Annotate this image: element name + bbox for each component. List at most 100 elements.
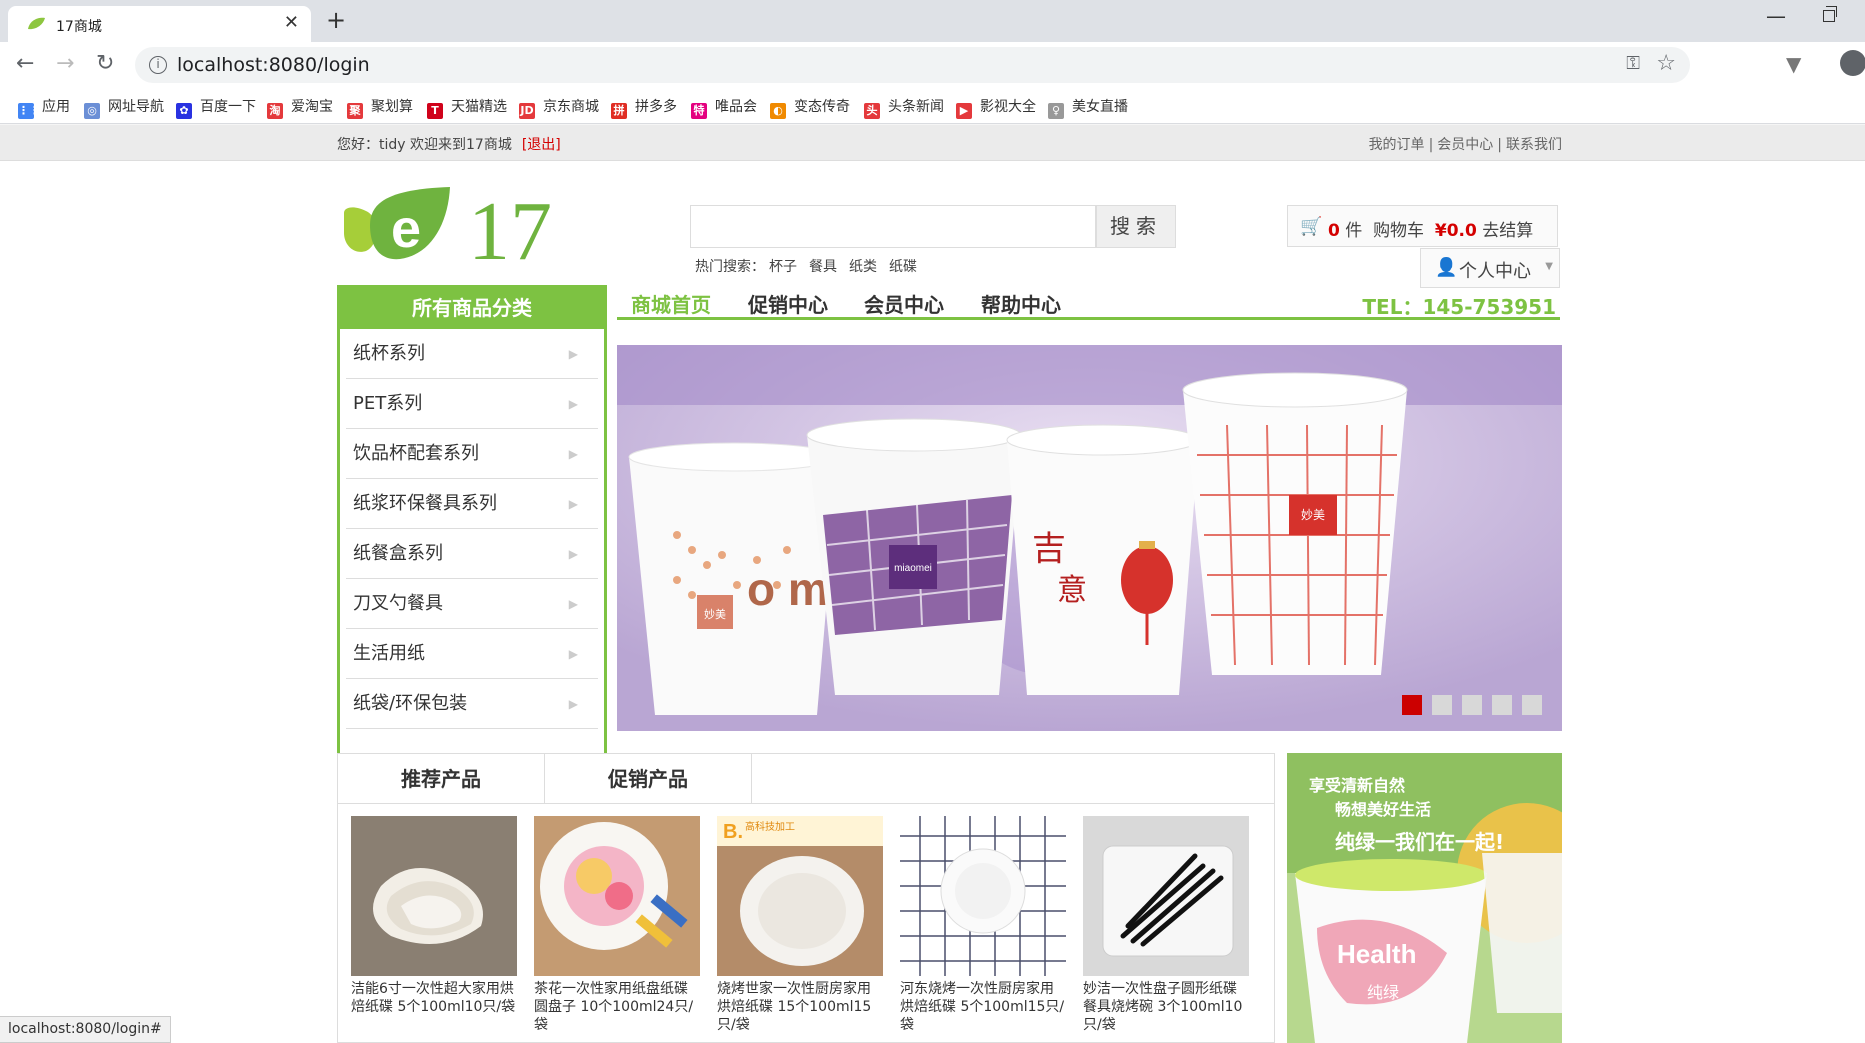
- carousel-dot[interactable]: [1402, 695, 1422, 715]
- nav-promotions[interactable]: 促销中心: [748, 289, 828, 318]
- member-center-link[interactable]: 会员中心: [1437, 137, 1493, 153]
- bookmark-jd[interactable]: JD 京东商城: [519, 96, 599, 119]
- welcome-text: 您好：tidy 欢迎来到17商城: [337, 137, 512, 153]
- bookmark-video[interactable]: ▶ 影视大全: [956, 96, 1036, 119]
- browser-tab[interactable]: 17商城 ✕: [8, 6, 311, 42]
- category-item[interactable]: 纸浆环保餐具系列 ▶: [346, 479, 598, 529]
- product-image[interactable]: [351, 816, 517, 976]
- category-item[interactable]: 刀叉勺餐具 ▶: [346, 579, 598, 629]
- carousel-dot[interactable]: [1522, 695, 1542, 715]
- svg-text:o m: o m: [747, 563, 829, 615]
- banner-brand-cn-2: 妙美: [1301, 508, 1325, 522]
- hot-term-link[interactable]: 杯子: [769, 259, 797, 275]
- hot-search: 热门搜索： 杯子 餐具 纸类 纸碟: [695, 256, 929, 276]
- side-banner[interactable]: 享受清新自然 畅想美好生活 纯绿一我们在一起! Health 纯绿: [1287, 753, 1562, 1043]
- product-image[interactable]: B. 高科技加工: [717, 816, 883, 976]
- bookmark-label: 变态传奇: [794, 99, 850, 115]
- category-item[interactable]: 饮品杯配套系列 ▶: [346, 429, 598, 479]
- restore-window-icon[interactable]: [1823, 6, 1837, 22]
- hot-term-link[interactable]: 纸类: [849, 259, 877, 275]
- bookmark-label: 拼多多: [635, 99, 677, 115]
- toutiao-icon: 头: [864, 103, 880, 119]
- bookmark-toutiao[interactable]: 头头条新闻: [864, 96, 944, 119]
- nav-home[interactable]: 商城首页: [631, 289, 711, 318]
- category-item[interactable]: 生活用纸 ▶: [346, 629, 598, 679]
- site-top-bar: 您好：tidy 欢迎来到17商城 [退出] 我的订单 | 会员中心 | 联系我们: [0, 125, 1865, 161]
- product-image[interactable]: [900, 816, 1066, 976]
- bookmark-pinduoduo[interactable]: 拼拼多多: [611, 96, 677, 119]
- carousel-dot[interactable]: [1492, 695, 1512, 715]
- site-logo[interactable]: e 17: [340, 185, 580, 265]
- chevron-right-icon: ▶: [568, 347, 578, 361]
- hero-banner[interactable]: o m 妙美 miaomei 吉 意 妙美: [617, 345, 1562, 731]
- leaf-favicon-icon: [28, 17, 45, 30]
- profile-avatar-icon[interactable]: [1840, 50, 1865, 76]
- banner-cups-image: o m 妙美 miaomei 吉 意 妙美: [617, 345, 1562, 731]
- logout-link[interactable]: [退出]: [522, 137, 561, 153]
- search-button[interactable]: 搜索: [1096, 205, 1176, 248]
- bookmark-tmall[interactable]: T 天猫精选: [427, 96, 507, 119]
- hot-term-link[interactable]: 餐具: [809, 259, 837, 275]
- category-label: 纸袋/环保包装: [353, 693, 468, 714]
- contact-us-link[interactable]: 联系我们: [1506, 137, 1562, 153]
- hot-search-label: 热门搜索：: [695, 259, 765, 275]
- bookmark-globe[interactable]: ◎ 网址导航: [84, 96, 164, 119]
- cart-count: 0: [1328, 221, 1340, 241]
- bookmark-live[interactable]: ♀ 美女直播: [1048, 96, 1128, 119]
- bookmark-star-icon[interactable]: ☆: [1656, 51, 1676, 76]
- carousel-dot[interactable]: [1462, 695, 1482, 715]
- nav-help-center[interactable]: 帮助中心: [981, 289, 1061, 318]
- bookmark-game[interactable]: ◐ 变态传奇: [770, 96, 850, 119]
- search-input[interactable]: [690, 205, 1096, 248]
- category-item[interactable]: 纸餐盒系列 ▶: [346, 529, 598, 579]
- product-card[interactable]: 茶花一次性家用纸盘纸碟圆盘子 10个100ml24只/袋: [534, 816, 700, 1034]
- pinduoduo-icon: 拼: [611, 103, 627, 119]
- product-name[interactable]: 茶花一次性家用纸盘纸碟圆盘子 10个100ml24只/袋: [534, 980, 700, 1034]
- svg-text:B.: B.: [723, 821, 743, 843]
- product-image[interactable]: [1083, 816, 1249, 976]
- category-label: 刀叉勺餐具: [353, 593, 443, 614]
- tab-recommended[interactable]: 推荐产品: [338, 754, 545, 804]
- product-name[interactable]: 洁能6寸一次性超大家用烘焙纸碟 5个100ml10只/袋: [351, 980, 517, 1016]
- cart-summary[interactable]: 🛒 0 件 购物车 ¥0.0 去结算: [1287, 205, 1558, 247]
- address-bar[interactable]: i localhost:8080/login ⚿ ☆: [135, 47, 1690, 83]
- video-icon: ▶: [956, 103, 972, 119]
- category-item[interactable]: 纸杯系列 ▶: [346, 329, 598, 379]
- bookmark-label: 爱淘宝: [291, 99, 333, 115]
- bookmark-apps[interactable]: ⋮⋮ 应用: [18, 96, 70, 119]
- chevron-right-icon: ▶: [568, 697, 578, 711]
- password-key-icon[interactable]: ⚿: [1626, 53, 1640, 74]
- category-item[interactable]: 纸袋/环保包装 ▶: [346, 679, 598, 729]
- new-tab-icon[interactable]: +: [326, 6, 346, 34]
- bookmark-aitaobao[interactable]: 淘爱淘宝: [267, 96, 333, 119]
- site-info-icon[interactable]: i: [149, 56, 167, 74]
- product-card[interactable]: 河东烧烤一次性厨房家用烘焙纸碟 5个100ml15只/袋: [900, 816, 1066, 1034]
- minimize-icon[interactable]: —: [1766, 4, 1786, 28]
- product-card[interactable]: 洁能6寸一次性超大家用烘焙纸碟 5个100ml10只/袋: [351, 816, 517, 1016]
- product-card[interactable]: 妙洁一次性盘子圆形纸碟餐具烧烤碗 3个100ml10只/袋: [1083, 816, 1249, 1034]
- bookmark-juhuasuan[interactable]: 聚聚划算: [347, 96, 413, 119]
- carousel-dot[interactable]: [1432, 695, 1452, 715]
- back-icon[interactable]: ←: [16, 51, 34, 76]
- bookmark-vip[interactable]: 特唯品会: [691, 96, 757, 119]
- tab-promotions[interactable]: 促销产品: [545, 754, 752, 804]
- close-tab-icon[interactable]: ✕: [284, 12, 299, 33]
- product-name[interactable]: 烧烤世家一次性厨房家用烘焙纸碟 15个100ml15只/袋: [717, 980, 883, 1034]
- product-name[interactable]: 河东烧烤一次性厨房家用烘焙纸碟 5个100ml15只/袋: [900, 980, 1066, 1034]
- chevron-right-icon: ▶: [568, 447, 578, 461]
- cart-text: 0 件 购物车 ¥0.0 去结算: [1328, 216, 1533, 241]
- reload-icon[interactable]: ↻: [96, 51, 114, 76]
- bookmark-label: 京东商城: [543, 99, 599, 115]
- extension-icon[interactable]: ▼: [1786, 52, 1801, 76]
- forward-icon[interactable]: →: [56, 51, 74, 76]
- checkout-link[interactable]: 去结算: [1482, 221, 1533, 241]
- product-name[interactable]: 妙洁一次性盘子圆形纸碟餐具烧烤碗 3个100ml10只/袋: [1083, 980, 1249, 1034]
- my-orders-link[interactable]: 我的订单: [1369, 137, 1425, 153]
- product-image[interactable]: [534, 816, 700, 976]
- nav-member-center[interactable]: 会员中心: [864, 289, 944, 318]
- user-center-dropdown[interactable]: 👤 个人中心 ▼: [1420, 248, 1560, 288]
- product-card[interactable]: B. 高科技加工 烧烤世家一次性厨房家用烘焙纸碟 15个100ml15只/袋: [717, 816, 883, 1034]
- category-item[interactable]: PET系列 ▶: [346, 379, 598, 429]
- hot-term-link[interactable]: 纸碟: [889, 259, 917, 275]
- bookmark-baidu[interactable]: ✿ 百度一下: [176, 96, 256, 119]
